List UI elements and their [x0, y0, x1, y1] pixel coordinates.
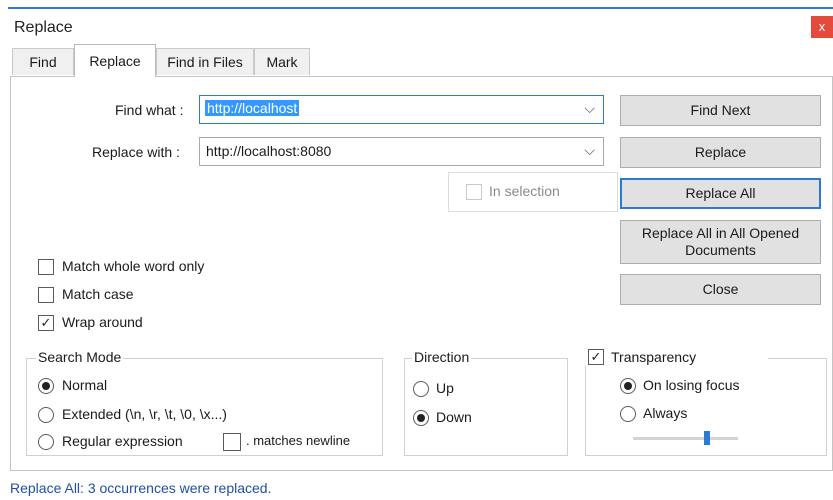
always-label: Always [643, 405, 688, 421]
transparency-checkbox[interactable]: ✓ [588, 349, 604, 365]
window-title: Replace [14, 19, 73, 36]
in-selection-label: In selection [489, 183, 560, 199]
regex-radio[interactable] [38, 434, 54, 450]
tab-find[interactable]: Find [12, 48, 74, 75]
dot-matches-newline-checkbox[interactable] [223, 433, 241, 451]
always-radio[interactable] [620, 406, 636, 422]
tab-find-in-files[interactable]: Find in Files [156, 48, 254, 75]
down-radio[interactable] [413, 410, 429, 426]
match-case-label: Match case [62, 286, 134, 302]
replace-with-input[interactable]: http://localhost:8080 [206, 143, 331, 159]
up-label: Up [436, 380, 454, 396]
tab-replace[interactable]: Replace [74, 44, 156, 77]
close-button[interactable]: Close [620, 274, 821, 305]
wrap-around-checkbox[interactable]: ✓ [38, 315, 54, 331]
window-accent-line [8, 7, 833, 9]
regex-label: Regular expression [62, 433, 183, 449]
extended-label: Extended (\n, \r, \t, \0, \x...) [62, 406, 227, 422]
find-next-button[interactable]: Find Next [620, 95, 821, 126]
find-what-input[interactable]: http://localhost [205, 100, 300, 116]
match-case-checkbox[interactable] [38, 287, 54, 303]
down-label: Down [436, 409, 472, 425]
on-losing-focus-radio[interactable] [620, 378, 636, 394]
normal-label: Normal [62, 377, 108, 393]
search-mode-title: Search Mode [36, 349, 124, 365]
find-what-combo[interactable]: http://localhost ⌵ [199, 95, 604, 124]
find-what-label: Find what : [115, 102, 184, 118]
in-selection-checkbox[interactable] [466, 184, 482, 200]
transparency-slider-track[interactable] [633, 437, 738, 440]
transparency-label: Transparency [611, 349, 697, 365]
status-message: Replace All: 3 occurrences were replaced… [10, 480, 272, 496]
direction-group [404, 358, 568, 456]
direction-title: Direction [412, 349, 472, 365]
transparency-slider-thumb[interactable] [703, 431, 710, 445]
replace-all-opened-button[interactable]: Replace All in All Opened Documents [620, 220, 821, 264]
replace-all-button[interactable]: Replace All [620, 178, 821, 209]
tab-mark[interactable]: Mark [254, 48, 310, 75]
normal-radio[interactable] [38, 378, 54, 394]
replace-with-label: Replace with : [92, 144, 180, 160]
up-radio[interactable] [413, 381, 429, 397]
chevron-down-icon[interactable]: ⌵ [584, 142, 595, 159]
dot-matches-newline-label: . matches newline [246, 433, 351, 448]
chevron-down-icon[interactable]: ⌵ [584, 100, 595, 117]
extended-radio[interactable] [38, 407, 54, 423]
replace-button[interactable]: Replace [620, 137, 821, 168]
wrap-around-label: Wrap around [62, 314, 143, 330]
match-whole-word-checkbox[interactable] [38, 259, 54, 275]
on-losing-focus-label: On losing focus [643, 377, 740, 393]
match-whole-word-label: Match whole word only [62, 258, 205, 274]
replace-with-combo[interactable]: http://localhost:8080 ⌵ [199, 137, 604, 166]
close-window-icon[interactable]: x [811, 16, 833, 38]
